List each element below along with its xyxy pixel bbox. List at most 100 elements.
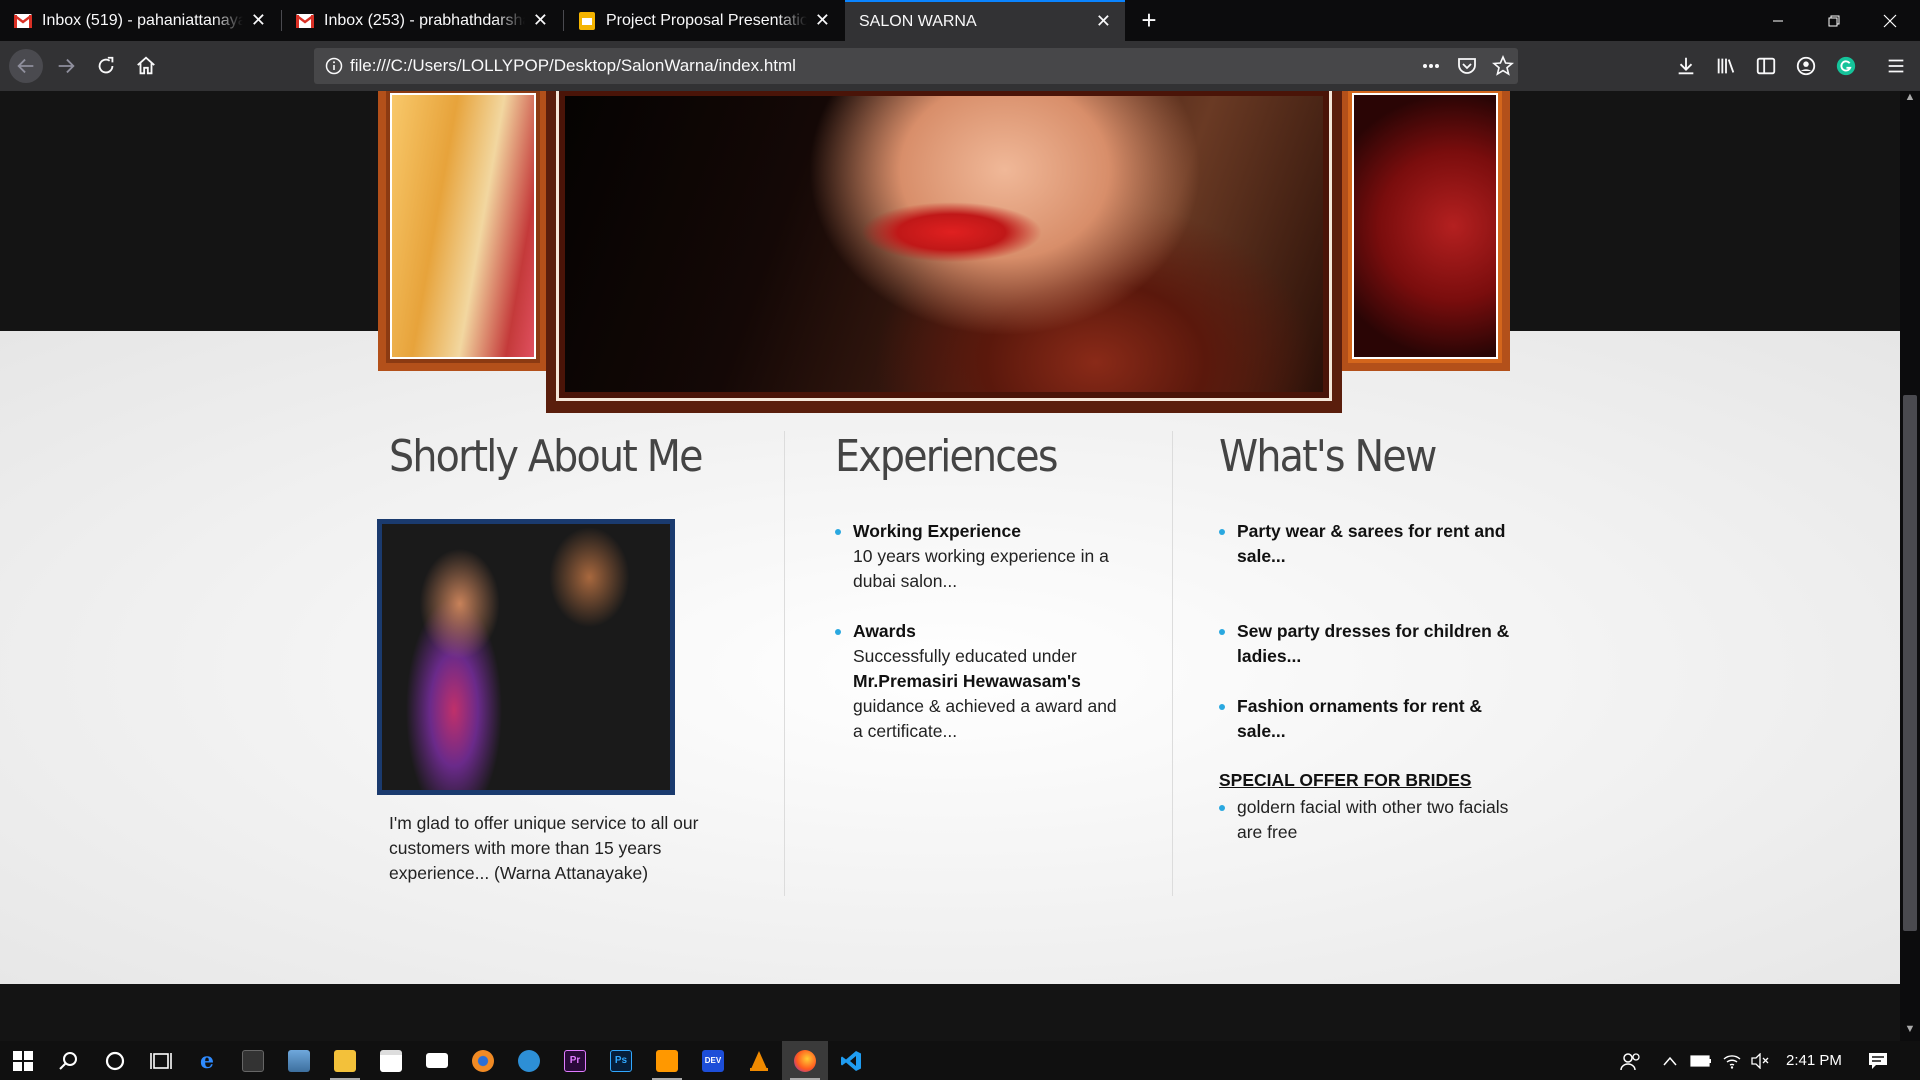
blender-icon — [472, 1049, 494, 1072]
premiere-app[interactable]: Pr — [552, 1041, 598, 1080]
volume-button[interactable] — [1750, 1041, 1770, 1080]
close-icon[interactable]: ✕ — [815, 10, 830, 31]
vlc-icon — [750, 1050, 768, 1071]
cortana-button[interactable] — [92, 1041, 138, 1080]
navigation-toolbar: file:///C:/Users/LOLLYPOP/Desktop/SalonW… — [0, 41, 1920, 91]
tab-title: Inbox (519) - pahaniattanayake — [42, 11, 243, 29]
forward-button[interactable] — [50, 50, 82, 82]
new-tab-button[interactable]: + — [1134, 0, 1164, 41]
edge-app[interactable]: e — [184, 1041, 230, 1080]
hamburger-menu-icon — [1888, 59, 1904, 73]
grammarly-button[interactable] — [1830, 50, 1862, 82]
sublime-app[interactable] — [644, 1041, 690, 1080]
sidebar-button[interactable] — [1750, 50, 1782, 82]
people-button[interactable] — [1620, 1041, 1642, 1080]
list-item: Fashion ornaments for rent & sale... — [1219, 694, 1519, 744]
gear-icon — [518, 1049, 540, 1072]
task-view-button[interactable] — [138, 1041, 184, 1080]
calculator-app[interactable] — [230, 1041, 276, 1080]
item-title: Awards — [853, 621, 916, 641]
sublime-icon — [656, 1049, 678, 1072]
blender-app[interactable] — [460, 1041, 506, 1080]
experiences-section: Experiences — [835, 431, 1081, 482]
file-explorer-app[interactable] — [322, 1041, 368, 1080]
vertical-scrollbar[interactable]: ▲ ▼ — [1900, 91, 1920, 1041]
search-button[interactable] — [46, 1041, 92, 1080]
close-icon[interactable]: ✕ — [533, 10, 548, 31]
task-view-icon — [150, 1052, 172, 1069]
pocket-icon[interactable] — [1456, 55, 1478, 77]
scroll-down-icon[interactable]: ▼ — [1900, 1023, 1920, 1041]
scrollbar-thumb[interactable] — [1903, 395, 1917, 931]
home-icon — [137, 56, 155, 75]
clock[interactable]: 2:41 PM — [1786, 1041, 1842, 1080]
bookmark-star-icon[interactable] — [1492, 55, 1514, 77]
close-window-button[interactable] — [1862, 0, 1918, 41]
item-text: 10 years working experience in a dubai s… — [853, 546, 1109, 591]
experiences-list: Working Experience 10 years working expe… — [835, 519, 1125, 744]
tab-title: SALON WARNA — [859, 12, 977, 30]
slide-thumbnail-left[interactable] — [378, 91, 548, 371]
reload-button[interactable] — [90, 50, 122, 82]
photos-app[interactable] — [276, 1041, 322, 1080]
tab-inbox-1[interactable]: Inbox (519) - pahaniattanayake ✕ — [0, 0, 280, 41]
wifi-button[interactable] — [1722, 1041, 1742, 1080]
settings-app[interactable] — [506, 1041, 552, 1080]
start-button[interactable] — [0, 1041, 46, 1080]
close-icon[interactable]: ✕ — [1096, 11, 1111, 32]
about-text: I'm glad to offer unique service to all … — [389, 813, 699, 883]
tab-inbox-2[interactable]: Inbox (253) - prabhathdarshana ✕ — [282, 0, 562, 41]
scroll-up-icon[interactable]: ▲ — [1900, 91, 1920, 109]
arrow-right-icon — [58, 58, 75, 74]
firefox-app[interactable] — [782, 1041, 828, 1080]
sidebar-icon — [1756, 57, 1776, 75]
special-offer-list: goldern facial with other two facials ar… — [1219, 795, 1519, 845]
url-text[interactable]: file:///C:/Users/LOLLYPOP/Desktop/SalonW… — [350, 48, 796, 84]
slide-thumbnail-right[interactable] — [1340, 91, 1510, 371]
photoshop-app[interactable]: Ps — [598, 1041, 644, 1080]
minimize-button[interactable] — [1750, 0, 1806, 41]
calculator-icon — [242, 1049, 264, 1072]
tab-project-proposal[interactable]: Project Proposal Presentation - ✕ — [564, 0, 844, 41]
downloads-button[interactable] — [1670, 50, 1702, 82]
more-actions-icon[interactable] — [1420, 55, 1442, 77]
edge-icon: e — [200, 1047, 214, 1074]
home-button[interactable] — [130, 50, 162, 82]
tab-salon-warna[interactable]: SALON WARNA ✕ — [845, 0, 1125, 41]
dev-app[interactable]: DEV — [690, 1041, 736, 1080]
photoshop-icon: Ps — [610, 1049, 632, 1072]
vscode-app[interactable] — [828, 1041, 874, 1080]
section-heading: Shortly About Me — [389, 431, 703, 482]
gmail-icon — [14, 13, 32, 28]
gmail-icon — [296, 13, 314, 28]
vlc-app[interactable] — [736, 1041, 782, 1080]
store-app[interactable] — [368, 1041, 414, 1080]
store-icon — [380, 1049, 402, 1072]
battery-button[interactable] — [1690, 1041, 1712, 1080]
close-icon — [1883, 14, 1897, 27]
special-offer-title: SPECIAL OFFER FOR BRIDES — [1219, 770, 1472, 790]
mail-app[interactable] — [414, 1041, 460, 1080]
mail-icon — [426, 1053, 448, 1068]
address-bar[interactable]: file:///C:/Users/LOLLYPOP/Desktop/SalonW… — [314, 48, 1518, 84]
action-center-button[interactable] — [1868, 1041, 1888, 1080]
list-item: Sew party dresses for children & ladies.… — [1219, 619, 1519, 694]
back-button[interactable] — [9, 49, 43, 83]
taskbar: e Pr Ps DEV 2:41 PM — [0, 1041, 1920, 1080]
restore-button[interactable] — [1806, 0, 1862, 41]
wifi-icon — [1723, 1054, 1741, 1069]
column-divider — [1172, 431, 1173, 896]
tray-overflow-button[interactable] — [1662, 1041, 1678, 1080]
list-item: Working Experience 10 years working expe… — [835, 519, 1125, 594]
menu-button[interactable] — [1880, 50, 1912, 82]
about-section: Shortly About Me — [389, 431, 736, 482]
library-button[interactable] — [1710, 50, 1742, 82]
slide-main[interactable] — [546, 91, 1342, 413]
account-button[interactable] — [1790, 50, 1822, 82]
section-heading: Experiences — [835, 431, 1058, 482]
minimize-icon — [1773, 20, 1783, 21]
tab-strip: Inbox (519) - pahaniattanayake ✕ Inbox (… — [0, 0, 1920, 41]
download-icon — [1678, 57, 1694, 75]
close-icon[interactable]: ✕ — [251, 10, 266, 31]
info-icon[interactable] — [324, 56, 344, 76]
